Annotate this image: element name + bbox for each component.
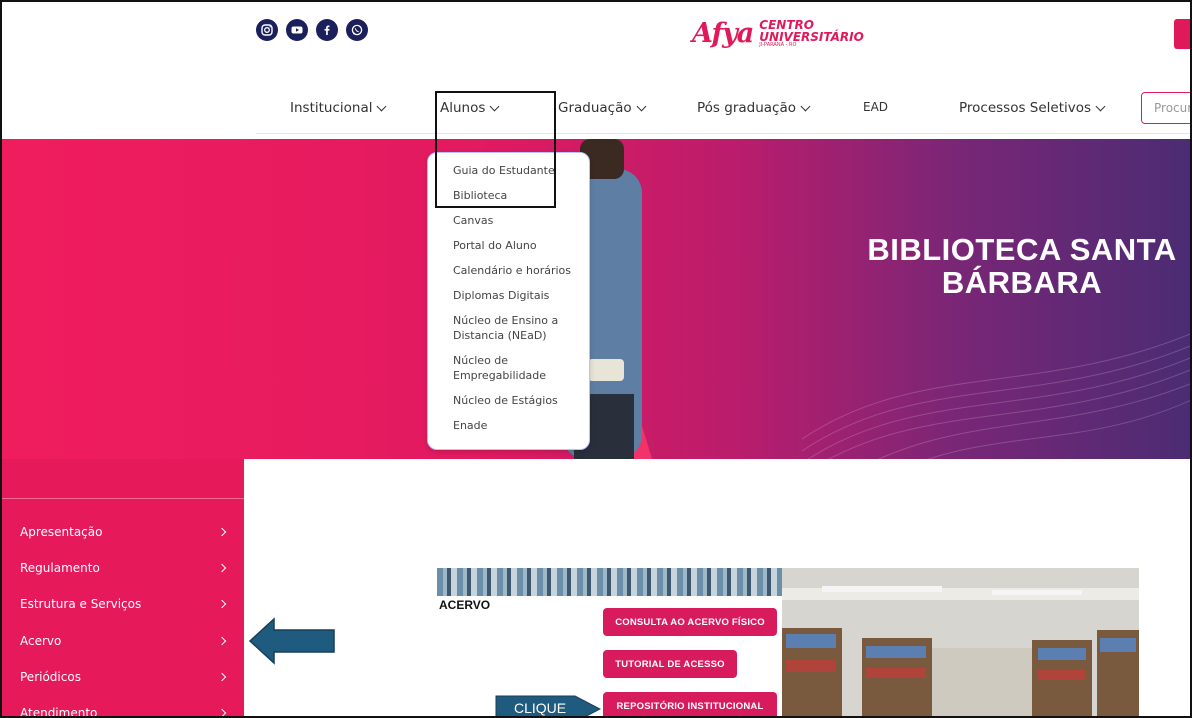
sidebar-item-estrutura[interactable]: Estrutura e Serviços (20, 597, 227, 611)
site-logo[interactable]: Afya CENTRO UNIVERSITÁRIO JI-PARANÁ - RO (692, 18, 864, 49)
nav-processos-seletivos[interactable]: Processos Seletivos (959, 100, 1106, 116)
sidebar-item-atendimento[interactable]: Atendimento (20, 706, 227, 716)
nav-institucional[interactable]: Institucional (290, 100, 387, 116)
library-photo (782, 568, 1139, 716)
instagram-icon[interactable] (256, 19, 278, 41)
nav-graduacao[interactable]: Graduação (558, 100, 647, 116)
clique-label: CLIQUE (514, 700, 567, 716)
nav-pos-graduacao[interactable]: Pós graduação (697, 100, 811, 116)
chevron-down-icon (800, 101, 811, 111)
menu-item-enade[interactable]: Enade (453, 418, 573, 433)
menu-item-diplomas-digitais[interactable]: Diplomas Digitais (453, 288, 573, 303)
header-action-button[interactable] (1174, 19, 1190, 49)
chevron-right-icon (217, 563, 227, 573)
facebook-icon[interactable] (316, 19, 338, 41)
chevron-right-icon (217, 672, 227, 682)
sidebar-item-periodicos[interactable]: Periódicos (20, 670, 227, 684)
chevron-down-icon (1095, 101, 1106, 111)
sidebar-item-acervo[interactable]: Acervo (20, 634, 227, 648)
chevron-down-icon (636, 101, 647, 111)
nav-divider (256, 133, 1190, 134)
bookshelf-image (437, 568, 782, 598)
chevron-right-icon (217, 527, 227, 537)
annotation-arrow-left-icon (248, 617, 335, 665)
tutorial-acesso-button[interactable]: TUTORIAL DE ACESSO (603, 650, 737, 678)
chevron-right-icon (217, 636, 227, 646)
chevron-down-icon (377, 101, 387, 111)
browser-screenshot: Afya CENTRO UNIVERSITÁRIO JI-PARANÁ - RO… (0, 0, 1192, 718)
menu-item-calendario[interactable]: Calendário e horários (453, 263, 573, 278)
chevron-right-icon (217, 708, 227, 716)
search-input[interactable]: Procura (1141, 92, 1190, 124)
annotation-highlight-box (435, 91, 556, 208)
chevron-right-icon (217, 599, 227, 609)
menu-item-estagios[interactable]: Núcleo de Estágios (453, 393, 573, 408)
library-sidebar: Apresentação Regulamento Estrutura e Ser… (2, 459, 244, 716)
menu-item-nead[interactable]: Núcleo de Ensino a Distancia (NEaD) (453, 313, 573, 343)
menu-item-canvas[interactable]: Canvas (453, 213, 573, 228)
social-links (256, 19, 368, 41)
sidebar-header (2, 459, 244, 499)
whatsapp-icon[interactable] (346, 19, 368, 41)
logo-text: CENTRO UNIVERSITÁRIO JI-PARANÁ - RO (759, 18, 864, 48)
sidebar-item-regulamento[interactable]: Regulamento (20, 561, 227, 575)
menu-item-portal-do-aluno[interactable]: Portal do Aluno (453, 238, 573, 253)
consulta-acervo-button[interactable]: CONSULTA AO ACERVO FÍSICO (603, 608, 777, 636)
acervo-title: ACERVO (439, 598, 491, 612)
hero-banner: BIBLIOTECA SANTA BÁRBARA (2, 139, 1190, 459)
youtube-icon[interactable] (286, 19, 308, 41)
repositorio-institucional-button[interactable]: REPOSITÓRIO INSTITUCIONAL (603, 692, 777, 716)
hero-title: BIBLIOTECA SANTA BÁRBARA (867, 232, 1177, 300)
nav-ead[interactable]: EAD (863, 100, 888, 114)
main-nav: Institucional Alunos Graduação Pós gradu… (2, 100, 1190, 126)
menu-item-empregabilidade[interactable]: Núcleo de Empregabilidade (453, 353, 573, 383)
logo-mark: Afya (692, 18, 754, 49)
sidebar-item-apresentacao[interactable]: Apresentação (20, 525, 227, 539)
